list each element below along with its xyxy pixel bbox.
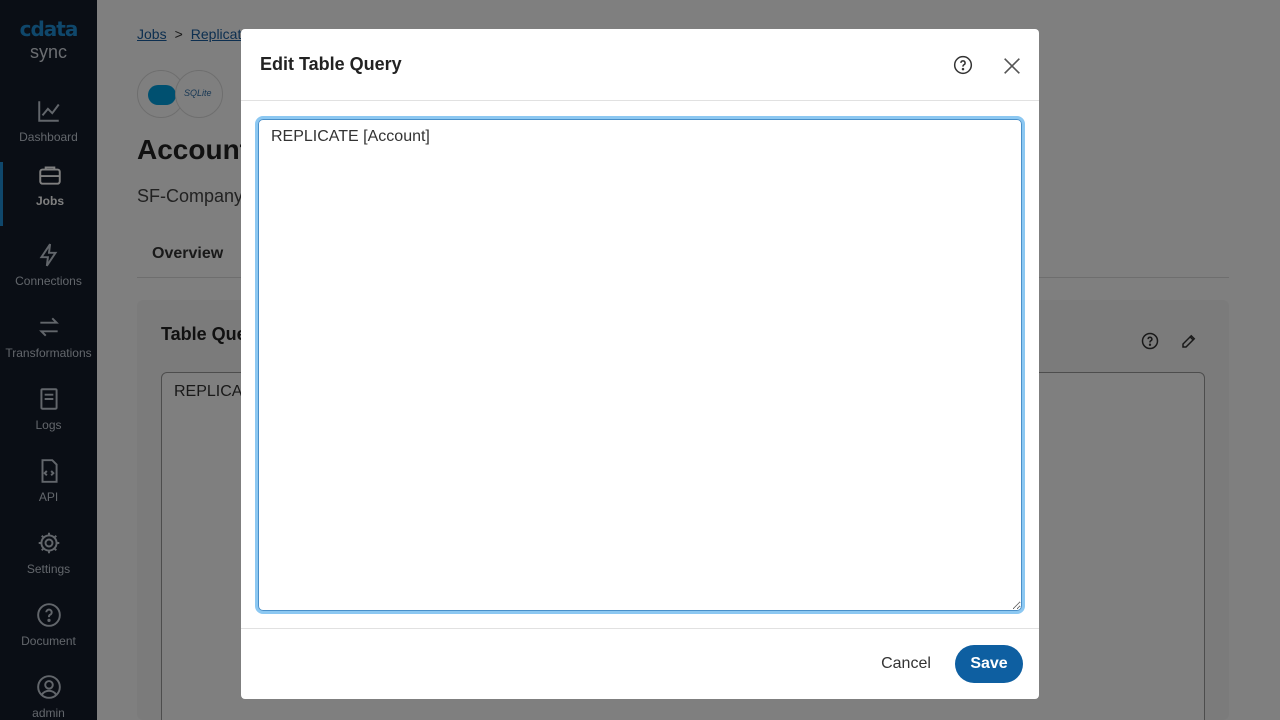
query-editor-frame: REPLICATE [Account] xyxy=(255,116,1025,614)
close-icon[interactable] xyxy=(1001,55,1023,77)
modal-title: Edit Table Query xyxy=(260,54,402,74)
modal-header: Edit Table Query xyxy=(241,29,1039,101)
query-editor[interactable]: REPLICATE [Account] xyxy=(258,119,1022,611)
edit-table-query-modal: Edit Table Query REPLICATE [Account] Can… xyxy=(241,29,1039,699)
cancel-button[interactable]: Cancel xyxy=(871,645,941,683)
modal-footer: Cancel Save xyxy=(241,628,1039,699)
help-icon[interactable] xyxy=(953,55,973,75)
save-button[interactable]: Save xyxy=(955,645,1023,683)
